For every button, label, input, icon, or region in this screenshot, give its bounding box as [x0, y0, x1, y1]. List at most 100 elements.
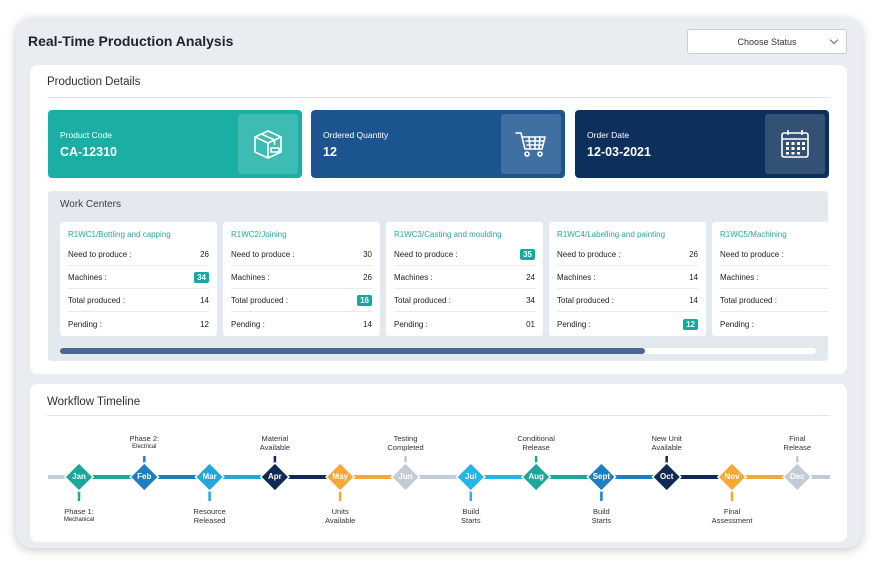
month-label[interactable]: Sept — [581, 472, 621, 481]
work-center-row: Need to produce : 26 — [68, 244, 209, 266]
milestone-label: Build Starts — [566, 507, 636, 525]
work-center-name[interactable]: R1WC5/Machining — [720, 230, 787, 239]
work-center-card: R1WC5/Machining Need to produce : Machines… — [712, 222, 828, 336]
row-value-badge: 34 — [194, 272, 209, 283]
row-label: Pending : — [394, 319, 428, 329]
order-date-tile: Order Date 12-03-2021 — [575, 110, 829, 178]
milestone-subtitle: Electrical — [132, 444, 157, 450]
page-title: Real-Time Production Analysis — [28, 33, 234, 49]
milestone-detail: Release — [783, 443, 812, 452]
milestone-detail: Available — [325, 516, 356, 525]
workflow-timeline-card: Workflow Timeline Jan Phase 1: Mechanical F… — [30, 384, 847, 542]
work-center-name[interactable]: R1WC3/Casting and moulding — [394, 230, 502, 239]
milestone-title: Build — [593, 507, 610, 516]
milestone-detail: Starts — [461, 516, 481, 525]
work-center-row: Pending : 12 — [557, 313, 698, 335]
milestone-title: Units — [331, 507, 349, 516]
work-center-row: Need to produce : 26 — [557, 244, 698, 266]
row-label: Need to produce : — [557, 250, 621, 259]
milestone-detail: Available — [259, 443, 291, 452]
milestone-title: Phase 2: — [129, 434, 160, 443]
work-center-card: R1WC2/Joining Need to produce : 30 Machines… — [223, 222, 380, 336]
work-center-row: Machines : 14 — [557, 267, 698, 289]
work-center-row: Total produced : — [720, 290, 828, 312]
work-center-row: Need to produce : — [720, 244, 828, 266]
milestone-detail: Completed — [387, 443, 424, 452]
tile-label: Product Code — [60, 130, 112, 140]
work-center-row: Machines : 24 — [394, 267, 535, 289]
row-label: Pending : — [557, 319, 591, 329]
row-label: Need to produce : — [720, 250, 784, 259]
milestone-title: Material — [261, 434, 289, 443]
app-window: Real-Time Production Analysis Choose Sta… — [16, 18, 862, 548]
production-details-title: Production Details — [47, 76, 141, 88]
month-label[interactable]: Jul — [451, 472, 491, 481]
month-label[interactable]: May — [320, 472, 360, 481]
production-details-card: Production Details Product Code CA-12310… — [30, 65, 847, 374]
work-centers-title: Work Centers — [60, 199, 121, 210]
milestone-title: New Unit — [651, 434, 682, 443]
month-label[interactable]: Feb — [124, 472, 164, 481]
row-value-badge: 12 — [683, 318, 698, 330]
row-label: Machines : — [394, 273, 433, 282]
month-label[interactable]: Jun — [386, 472, 426, 481]
milestone-title: Conditional — [517, 434, 555, 443]
row-value: 01 — [526, 319, 535, 329]
status-select-value: Choose Status — [737, 36, 797, 47]
shopping-cart-icon — [501, 114, 561, 174]
work-center-card: R1WC1/Bottling and capping Need to produc… — [60, 222, 217, 336]
month-label[interactable]: Nov — [712, 472, 752, 481]
milestone-label: Conditional Release — [501, 434, 571, 452]
row-label: Pending : — [68, 319, 102, 329]
tile-value: 12 — [323, 145, 337, 159]
milestone-label: Testing Completed — [371, 434, 441, 452]
work-center-card: R1WC4/Labelling and painting Need to prod… — [549, 222, 706, 336]
month-label[interactable]: Mar — [190, 472, 230, 481]
month-label[interactable]: Jan — [59, 472, 99, 481]
milestone-detail: Release — [522, 443, 550, 452]
milestone-title: Testing — [393, 434, 418, 443]
work-center-name[interactable]: R1WC1/Bottling and capping — [68, 230, 171, 239]
month-label[interactable]: Aug — [516, 472, 556, 481]
work-center-row: Total produced : 14 — [557, 290, 698, 312]
row-label: Machines : — [231, 273, 270, 282]
milestone-label: Final Release — [762, 434, 832, 452]
milestone-label: Units Available — [305, 507, 375, 525]
package-box-icon — [238, 114, 298, 174]
work-center-name[interactable]: R1WC4/Labelling and painting — [557, 230, 665, 239]
milestone-label: Phase 1: Mechanical — [44, 507, 114, 525]
milestone-subtitle: Mechanical — [63, 517, 95, 523]
milestone-title: Resource — [193, 507, 226, 516]
work-center-row: Need to produce : 35 — [394, 244, 535, 266]
work-center-row: Total produced : 34 — [394, 290, 535, 312]
work-center-row: Total produced : 14 — [68, 290, 209, 312]
month-label[interactable]: Oct — [647, 472, 687, 481]
tile-value: CA-12310 — [60, 145, 117, 159]
work-center-row: Pending : 14 — [231, 313, 372, 335]
work-center-row: Total produced : 16 — [231, 290, 372, 312]
row-value: 26 — [689, 250, 698, 259]
calendar-icon — [765, 114, 825, 174]
work-center-name[interactable]: R1WC2/Joining — [231, 230, 287, 239]
milestone-label: Resource Released — [175, 507, 245, 525]
month-label[interactable]: Apr — [255, 472, 295, 481]
ordered-quantity-tile: Ordered Quantity 12 — [311, 110, 565, 178]
tile-label: Order Date — [587, 130, 630, 140]
work-center-card: R1WC3/Casting and moulding Need to produc… — [386, 222, 543, 336]
milestone-title: Final — [789, 434, 806, 443]
horizontal-scrollbar-thumb[interactable] — [60, 348, 645, 354]
row-value: 14 — [689, 273, 698, 282]
month-label[interactable]: Dec — [777, 472, 817, 481]
milestone-title: Phase 1: — [64, 507, 94, 516]
status-select[interactable]: Choose Status — [687, 29, 847, 54]
milestone-detail: Released — [193, 516, 226, 525]
row-label: Machines : — [720, 273, 759, 282]
row-label: Need to produce : — [68, 250, 132, 259]
row-value-badge: 35 — [520, 249, 535, 260]
milestone-label: Material Available — [240, 434, 310, 452]
milestone-label: New Unit Available — [632, 434, 702, 452]
milestone-detail: Assessment — [711, 516, 753, 525]
row-label: Pending : — [231, 319, 265, 329]
row-value-badge: 16 — [357, 295, 372, 306]
row-label: Machines : — [557, 273, 596, 282]
